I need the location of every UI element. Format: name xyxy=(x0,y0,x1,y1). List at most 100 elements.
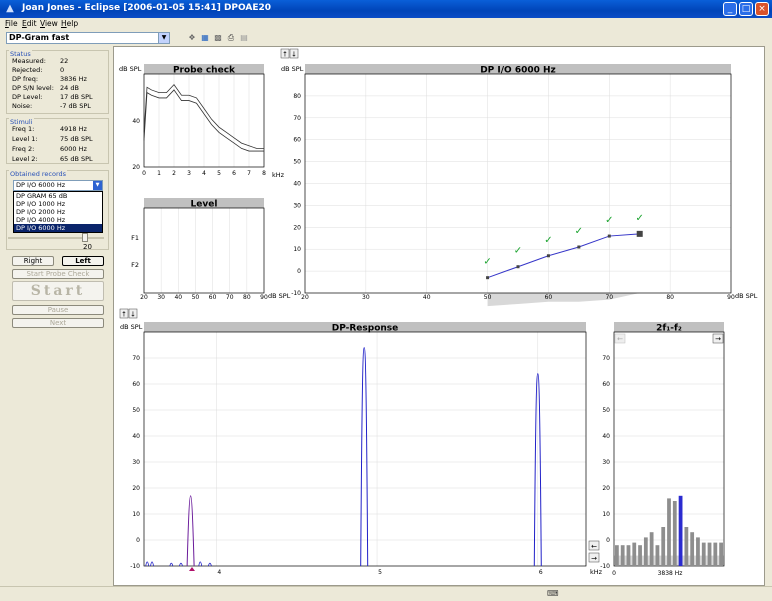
noise-spike xyxy=(150,561,154,567)
x-tick-label: 20 xyxy=(140,294,148,301)
status-row: Measured: 22 xyxy=(12,57,69,65)
x-tick-label: 8 xyxy=(262,170,266,177)
menu-edit[interactable]: Edit xyxy=(22,19,37,28)
print-icon[interactable]: ⎙ xyxy=(226,33,236,43)
y-tick-label: -10 xyxy=(291,290,301,297)
spectrum-peak xyxy=(186,495,195,567)
slider-track[interactable] xyxy=(8,237,104,239)
x-tick-label: 90 xyxy=(260,294,268,301)
left-ear-button[interactable]: Left xyxy=(62,256,104,266)
noise-bar xyxy=(632,542,637,566)
dp-bar xyxy=(678,495,683,566)
y-tick-label: 80 xyxy=(293,93,301,100)
y-tick-label: 70 xyxy=(293,115,301,122)
maximize-icon[interactable]: □ xyxy=(739,2,753,16)
main-chart-area: Probe check dB SPL 40 20 012345678 kHz L… xyxy=(113,46,765,586)
level-row-label: F1 xyxy=(131,234,139,242)
status-row: Rejected: 0 xyxy=(12,66,65,74)
accepted-check-icon: ✓ xyxy=(636,213,644,224)
y-tick-label: 70 xyxy=(602,355,610,362)
charts-canvas: Probe check dB SPL 40 20 012345678 kHz L… xyxy=(119,48,758,577)
plot-frame xyxy=(143,207,265,294)
arrow-down-icon: ↓ xyxy=(291,51,297,59)
y-tick-label: 20 xyxy=(132,164,140,171)
x-tick-label: 40 xyxy=(423,294,431,301)
x-tick-label: 5 xyxy=(378,569,382,576)
report-icon[interactable]: ▩ xyxy=(213,33,223,43)
records-option[interactable]: DP I/O 1000 Hz xyxy=(14,200,102,208)
menu-file[interactable]: File xyxy=(5,19,18,28)
level-row-label: F2 xyxy=(131,261,139,269)
status-row: DP freq: 3836 Hz xyxy=(12,75,87,83)
spectrum-peak xyxy=(360,347,369,567)
noise-bar xyxy=(672,501,677,566)
arrow-up-icon: ↑ xyxy=(282,51,288,59)
right-ear-button[interactable]: Right xyxy=(12,256,54,266)
records-option[interactable]: DP I/O 4000 Hz xyxy=(14,216,102,224)
y-tick-label: 40 xyxy=(602,433,610,440)
save-icon[interactable]: ▤ xyxy=(239,33,249,43)
accepted-check-icon: ✓ xyxy=(514,246,522,257)
probe-check-chart: Probe check dB SPL 40 20 012345678 kHz xyxy=(119,64,285,179)
x-tick-label: 5 xyxy=(217,170,221,177)
noise-bar xyxy=(701,542,706,566)
title-bar: ▲ Joan Jones - Eclipse [2006-01-05 15:41… xyxy=(0,0,772,18)
x-tick-label: 6 xyxy=(539,569,543,576)
noise-bar xyxy=(620,545,625,566)
dp-frequency-label: 3838 Hz xyxy=(658,570,683,577)
plot-frame xyxy=(143,331,587,567)
x-tick-label: 4 xyxy=(202,170,206,177)
records-option[interactable]: DP GRAM 65 dB xyxy=(14,192,102,200)
x-tick-label: 7 xyxy=(247,170,251,177)
dp-response-chart: ↑ ↓ dB SPL DP-Response 706050403020100-1… xyxy=(119,308,603,576)
accepted-check-icon: ✓ xyxy=(544,235,552,246)
left-panel: Status Measured: 22 Rejected: 0 DP freq: 38… xyxy=(6,46,110,586)
y-tick-label: 20 xyxy=(132,485,140,492)
axis-unit: dB SPL xyxy=(119,65,142,73)
minimize-icon[interactable]: _ xyxy=(723,2,737,16)
dp-io-chart: ↑ ↓ dB SPL DP I/O 6000 Hz 80706050403020… xyxy=(280,48,758,307)
y-tick-label: 50 xyxy=(602,407,610,414)
chevron-down-icon[interactable]: ▼ xyxy=(93,181,102,190)
protocol-select[interactable]: DP-Gram fast ▼ xyxy=(6,32,170,44)
noise-bar xyxy=(626,545,631,566)
dp-io-point xyxy=(577,245,581,249)
arrow-right-icon: → xyxy=(591,555,597,563)
stimuli-group: Stimuli Freq 1: 4918 Hz Level 1: 75 dB SPL… xyxy=(6,118,109,164)
axis-unit: dB SPL xyxy=(268,292,291,300)
start-probe-check-button[interactable]: Start Probe Check xyxy=(12,269,104,279)
slider-handle[interactable] xyxy=(82,233,88,242)
x-tick-label: 40 xyxy=(174,294,182,301)
noise-spike xyxy=(169,562,174,567)
records-select-value: DP I/O 6000 Hz xyxy=(16,181,66,189)
stimuli-row: Freq 1: 4918 Hz xyxy=(12,125,87,133)
level-chart: Level F1 F2 20 30 40 50 60 70 80 90 dB SPL xyxy=(131,198,291,301)
start-button[interactable]: Start xyxy=(12,281,104,301)
chevron-down-icon[interactable]: ▼ xyxy=(158,33,169,43)
y-tick-label: -10 xyxy=(600,563,610,570)
noise-spike xyxy=(145,561,150,567)
dp-io-point xyxy=(516,265,520,269)
y-tick-label: 50 xyxy=(293,159,301,166)
records-option[interactable]: DP I/O 6000 Hz xyxy=(14,224,102,232)
menu-help[interactable]: Help xyxy=(61,19,78,28)
x-tick-label: 3 xyxy=(187,170,191,177)
next-button[interactable]: Next xyxy=(12,318,104,328)
x-tick-label: 90 xyxy=(727,294,735,301)
toolbar: DP-Gram fast ▼ ❖ ▦ ▩ ⎙ ▤ xyxy=(0,30,772,46)
menu-view[interactable]: View xyxy=(40,19,58,28)
noise-bar xyxy=(643,537,648,566)
records-option[interactable]: DP I/O 2000 Hz xyxy=(14,208,102,216)
close-icon[interactable]: × xyxy=(755,2,769,16)
data-icon[interactable]: ▦ xyxy=(200,33,210,43)
accepted-check-icon: ✓ xyxy=(483,257,491,268)
tools-icon[interactable]: ❖ xyxy=(187,33,197,43)
arrow-up-icon: ↑ xyxy=(121,311,127,319)
records-select[interactable]: DP I/O 6000 Hz ▼ xyxy=(13,180,103,191)
axis-unit: dB SPL xyxy=(735,292,758,300)
dp-io-point xyxy=(546,254,550,258)
pause-button[interactable]: Pause xyxy=(12,305,104,315)
x-tick-label: 80 xyxy=(243,294,251,301)
stimuli-row: Level 2: 65 dB SPL xyxy=(12,155,93,163)
status-group: Status Measured: 22 Rejected: 0 DP freq: 38… xyxy=(6,50,109,114)
